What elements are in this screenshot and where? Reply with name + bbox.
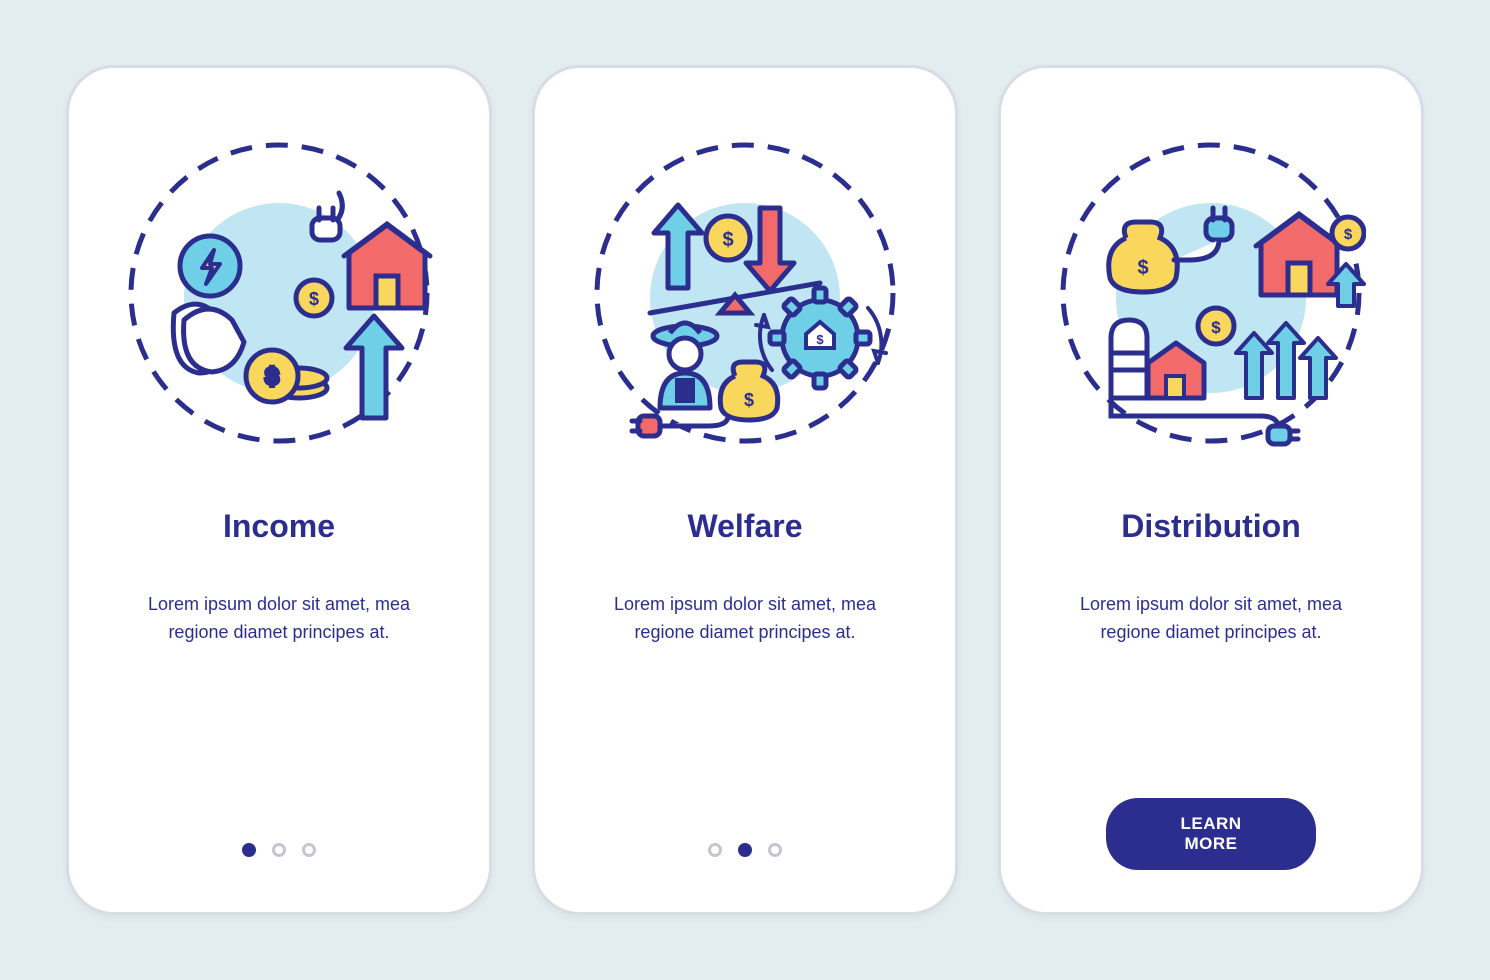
phone-screen-income: $ $ Income Lorem ipsum dolor sit amet, m… bbox=[66, 65, 492, 915]
dot-3[interactable] bbox=[302, 843, 316, 857]
screen-description: Lorem ipsum dolor sit amet, mea regione … bbox=[585, 591, 905, 647]
gear-house-icon: $ bbox=[770, 288, 870, 388]
page-indicator bbox=[708, 843, 782, 857]
svg-text:$: $ bbox=[816, 332, 824, 347]
dollar-coin-icon: $ bbox=[296, 280, 332, 316]
svg-text:$: $ bbox=[1344, 226, 1353, 243]
dollar-coin-icon: $ bbox=[1198, 308, 1234, 344]
dot-3[interactable] bbox=[768, 843, 782, 857]
dollar-coin-icon: $ bbox=[1332, 217, 1364, 249]
dot-1[interactable] bbox=[242, 843, 256, 857]
svg-text:$: $ bbox=[722, 229, 733, 251]
screen-title: Distribution bbox=[1121, 508, 1301, 545]
learn-more-button[interactable]: LEARN MORE bbox=[1106, 798, 1316, 870]
illustration-welfare: $ $ bbox=[590, 138, 900, 448]
svg-text:$: $ bbox=[309, 289, 319, 309]
dot-1[interactable] bbox=[708, 843, 722, 857]
up-arrow-icon bbox=[1236, 323, 1336, 398]
dot-2[interactable] bbox=[738, 843, 752, 857]
svg-text:$: $ bbox=[266, 364, 278, 389]
page-indicator bbox=[242, 843, 316, 857]
screen-description: Lorem ipsum dolor sit amet, mea regione … bbox=[1051, 591, 1371, 647]
bolt-coin-icon bbox=[180, 236, 240, 296]
svg-text:$: $ bbox=[1137, 257, 1148, 279]
phone-screen-welfare: $ $ bbox=[532, 65, 958, 915]
svg-text:$: $ bbox=[744, 390, 754, 410]
screen-title: Income bbox=[223, 508, 335, 545]
plug-icon bbox=[312, 193, 342, 240]
phone-screen-distribution: $ $ bbox=[998, 65, 1424, 915]
screen-description: Lorem ipsum dolor sit amet, mea regione … bbox=[119, 591, 439, 647]
illustration-distribution: $ $ bbox=[1056, 138, 1366, 448]
illustration-income: $ $ bbox=[124, 138, 434, 448]
silo-icon bbox=[1111, 320, 1147, 398]
screen-title: Welfare bbox=[687, 508, 802, 545]
svg-text:$: $ bbox=[1211, 318, 1221, 337]
plug-icon bbox=[632, 416, 728, 436]
dot-2[interactable] bbox=[272, 843, 286, 857]
onboarding-stage: $ $ Income Lorem ipsum dolor sit amet, m… bbox=[26, 5, 1464, 975]
dollar-coin-icon: $ bbox=[706, 216, 750, 260]
